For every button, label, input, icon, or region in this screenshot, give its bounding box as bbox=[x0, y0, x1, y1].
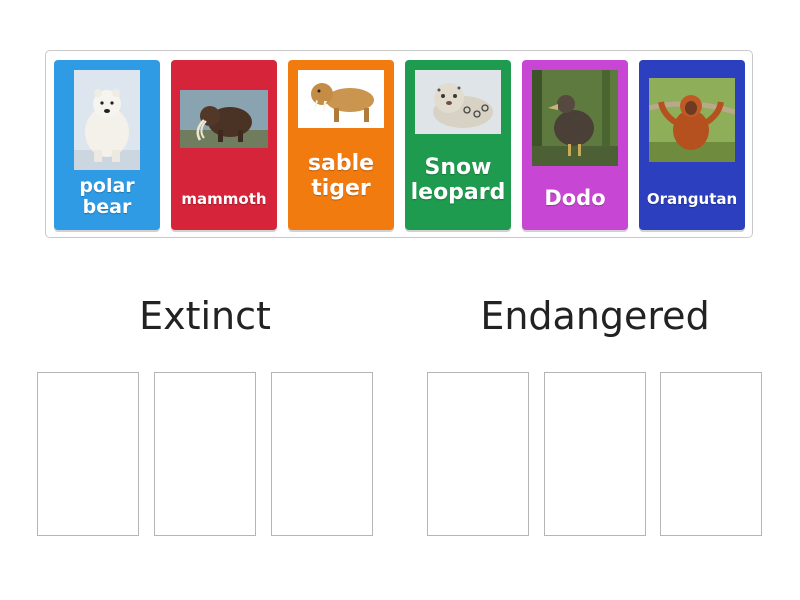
orangutan-image bbox=[649, 78, 735, 162]
card-orangutan[interactable]: Orangutan bbox=[639, 60, 745, 230]
card-label: sable tiger bbox=[307, 151, 375, 201]
card-sable-tiger[interactable]: sable tiger bbox=[288, 60, 394, 230]
endangered-drop-slot[interactable] bbox=[544, 372, 646, 536]
sabertooth-image bbox=[298, 70, 384, 128]
group-title-endangered: Endangered bbox=[480, 294, 710, 338]
card-label: mammoth bbox=[181, 190, 267, 208]
snow-leopard-image bbox=[415, 70, 501, 134]
group-title-extinct: Extinct bbox=[139, 294, 271, 338]
card-label: polar bear bbox=[79, 175, 135, 219]
endangered-drop-slot[interactable] bbox=[427, 372, 529, 536]
card-label: Dodo bbox=[544, 186, 606, 210]
card-label: Orangutan bbox=[646, 190, 738, 208]
extinct-drop-slot[interactable] bbox=[37, 372, 139, 536]
extinct-drop-slot[interactable] bbox=[271, 372, 373, 536]
card-snow-leopard[interactable]: Snow leopard bbox=[405, 60, 511, 230]
extinct-drop-slot[interactable] bbox=[154, 372, 256, 536]
card-polar-bear[interactable]: polar bear bbox=[54, 60, 160, 230]
mammoth-image bbox=[180, 90, 268, 148]
card-mammoth[interactable]: mammoth bbox=[171, 60, 277, 230]
card-label: Snow leopard bbox=[410, 155, 506, 205]
endangered-drop-slot[interactable] bbox=[660, 372, 762, 536]
dodo-image bbox=[532, 70, 618, 166]
card-dodo[interactable]: Dodo bbox=[522, 60, 628, 230]
polar-bear-image bbox=[74, 70, 140, 170]
